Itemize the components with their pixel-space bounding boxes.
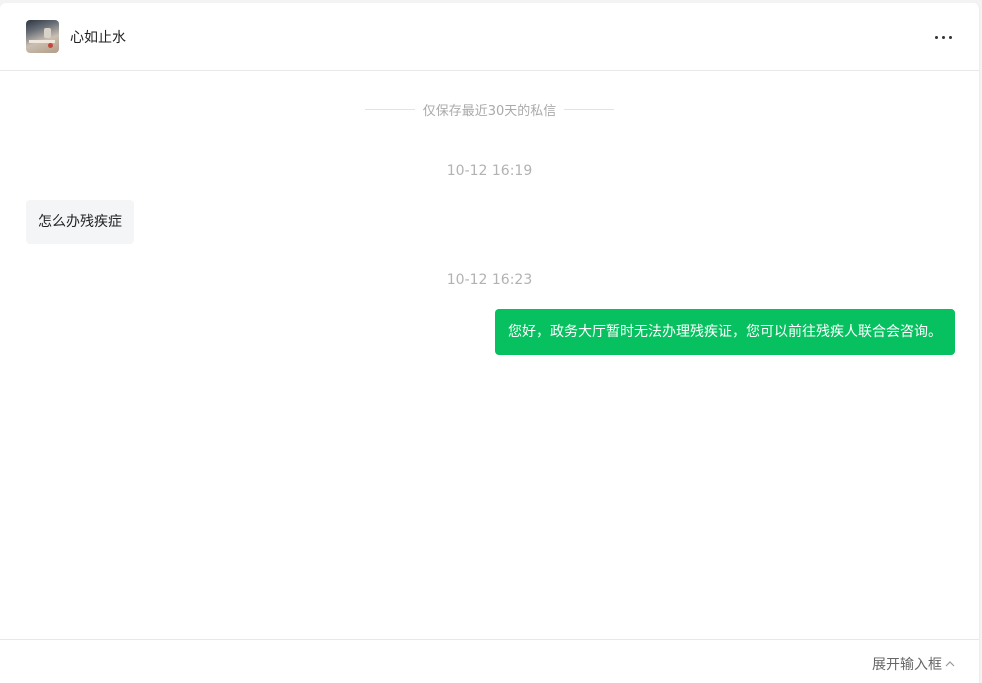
more-horizontal-icon xyxy=(933,35,954,39)
expand-input-button[interactable]: 展开输入框 xyxy=(872,654,955,674)
more-options-button[interactable] xyxy=(929,23,957,51)
retention-notice: 仅保存最近30天的私信 xyxy=(0,100,979,119)
chat-window: 心如止水 仅保存最近30天的私信 10-12 16:19 怎么办残疾症 10-1… xyxy=(0,3,980,683)
chat-header: 心如止水 xyxy=(0,3,979,71)
message-timestamp: 10-12 16:23 xyxy=(446,272,533,288)
input-footer: 展开输入框 xyxy=(0,639,979,683)
divider-line-right xyxy=(564,109,615,110)
retention-notice-text: 仅保存最近30天的私信 xyxy=(422,104,557,119)
message-timestamp: 10-12 16:19 xyxy=(446,163,533,179)
contact-avatar[interactable] xyxy=(26,20,59,53)
chevron-up-icon xyxy=(945,661,955,667)
outgoing-message-bubble[interactable]: 您好，政务大厅暂时无法办理残疾证，您可以前往残疾人联合会咨询。 xyxy=(495,309,955,355)
contact-name[interactable]: 心如止水 xyxy=(70,27,126,47)
divider-line-left xyxy=(364,109,415,110)
expand-input-label: 展开输入框 xyxy=(872,657,942,673)
incoming-message-bubble[interactable]: 怎么办残疾症 xyxy=(26,200,134,244)
